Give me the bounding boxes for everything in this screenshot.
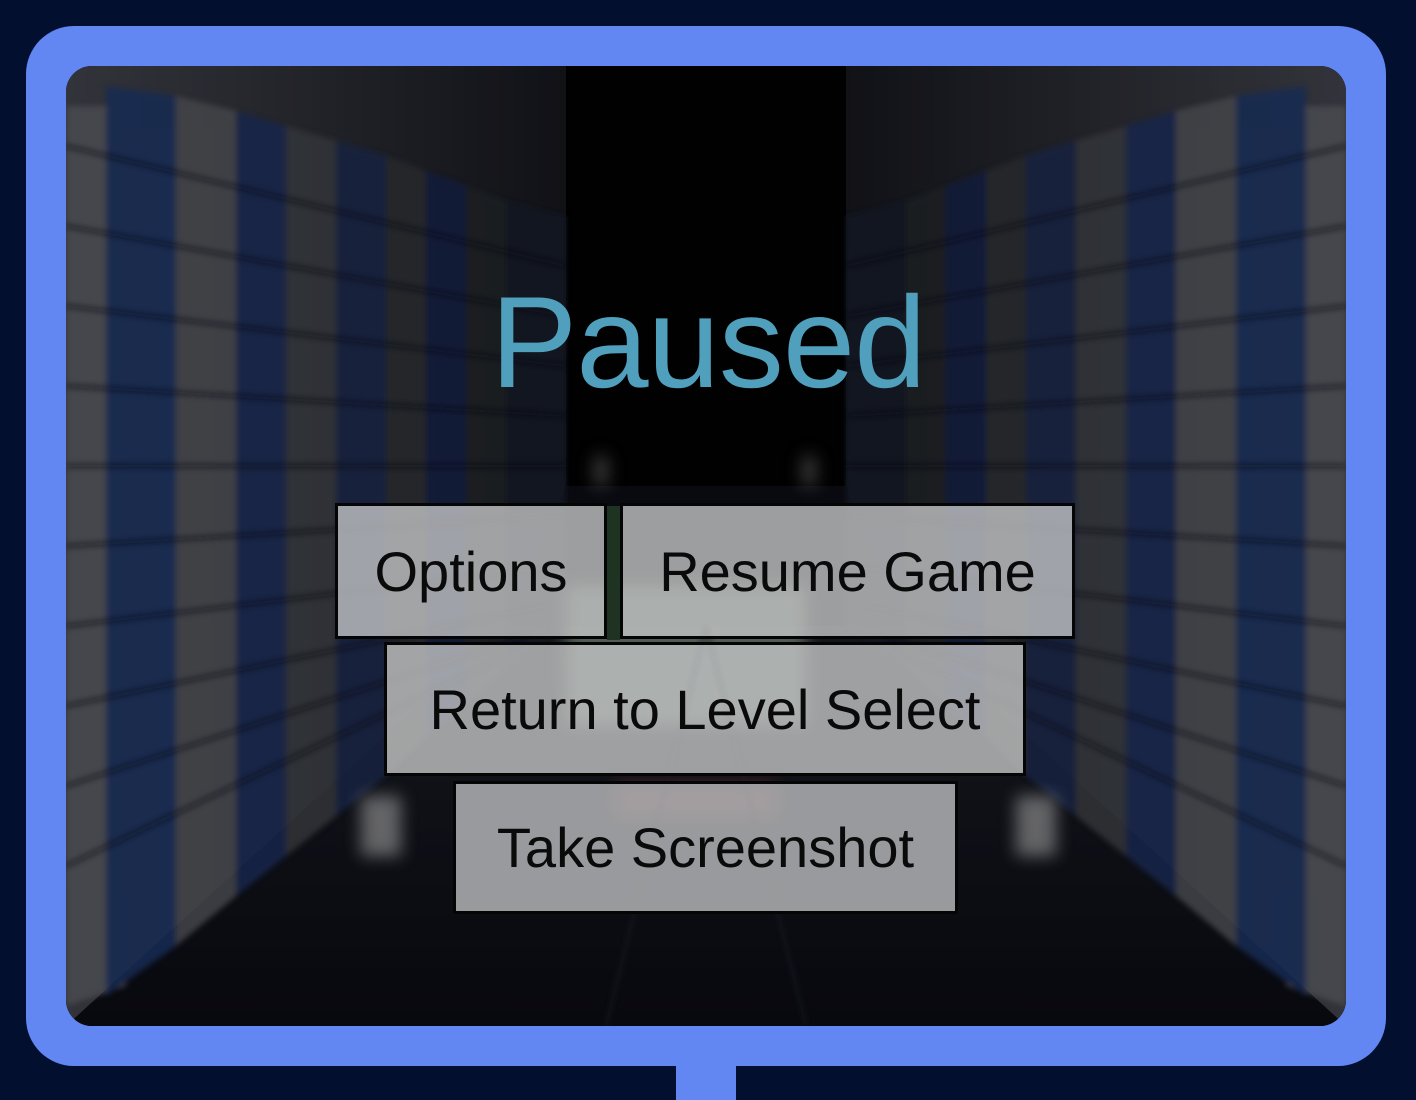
take-screenshot-button[interactable]: Take Screenshot <box>453 781 958 914</box>
return-to-level-select-button-label: Return to Level Select <box>429 677 981 741</box>
options-button-label: Options <box>374 539 568 603</box>
return-to-level-select-button[interactable]: Return to Level Select <box>384 642 1026 776</box>
resume-game-button[interactable]: Resume Game <box>620 503 1075 639</box>
options-button[interactable]: Options <box>335 503 607 639</box>
paused-title: Paused <box>490 269 927 415</box>
frame-stand <box>676 1060 736 1100</box>
button-divider <box>607 506 620 640</box>
take-screenshot-button-label: Take Screenshot <box>496 816 915 879</box>
resume-game-button-label: Resume Game <box>659 539 1036 603</box>
